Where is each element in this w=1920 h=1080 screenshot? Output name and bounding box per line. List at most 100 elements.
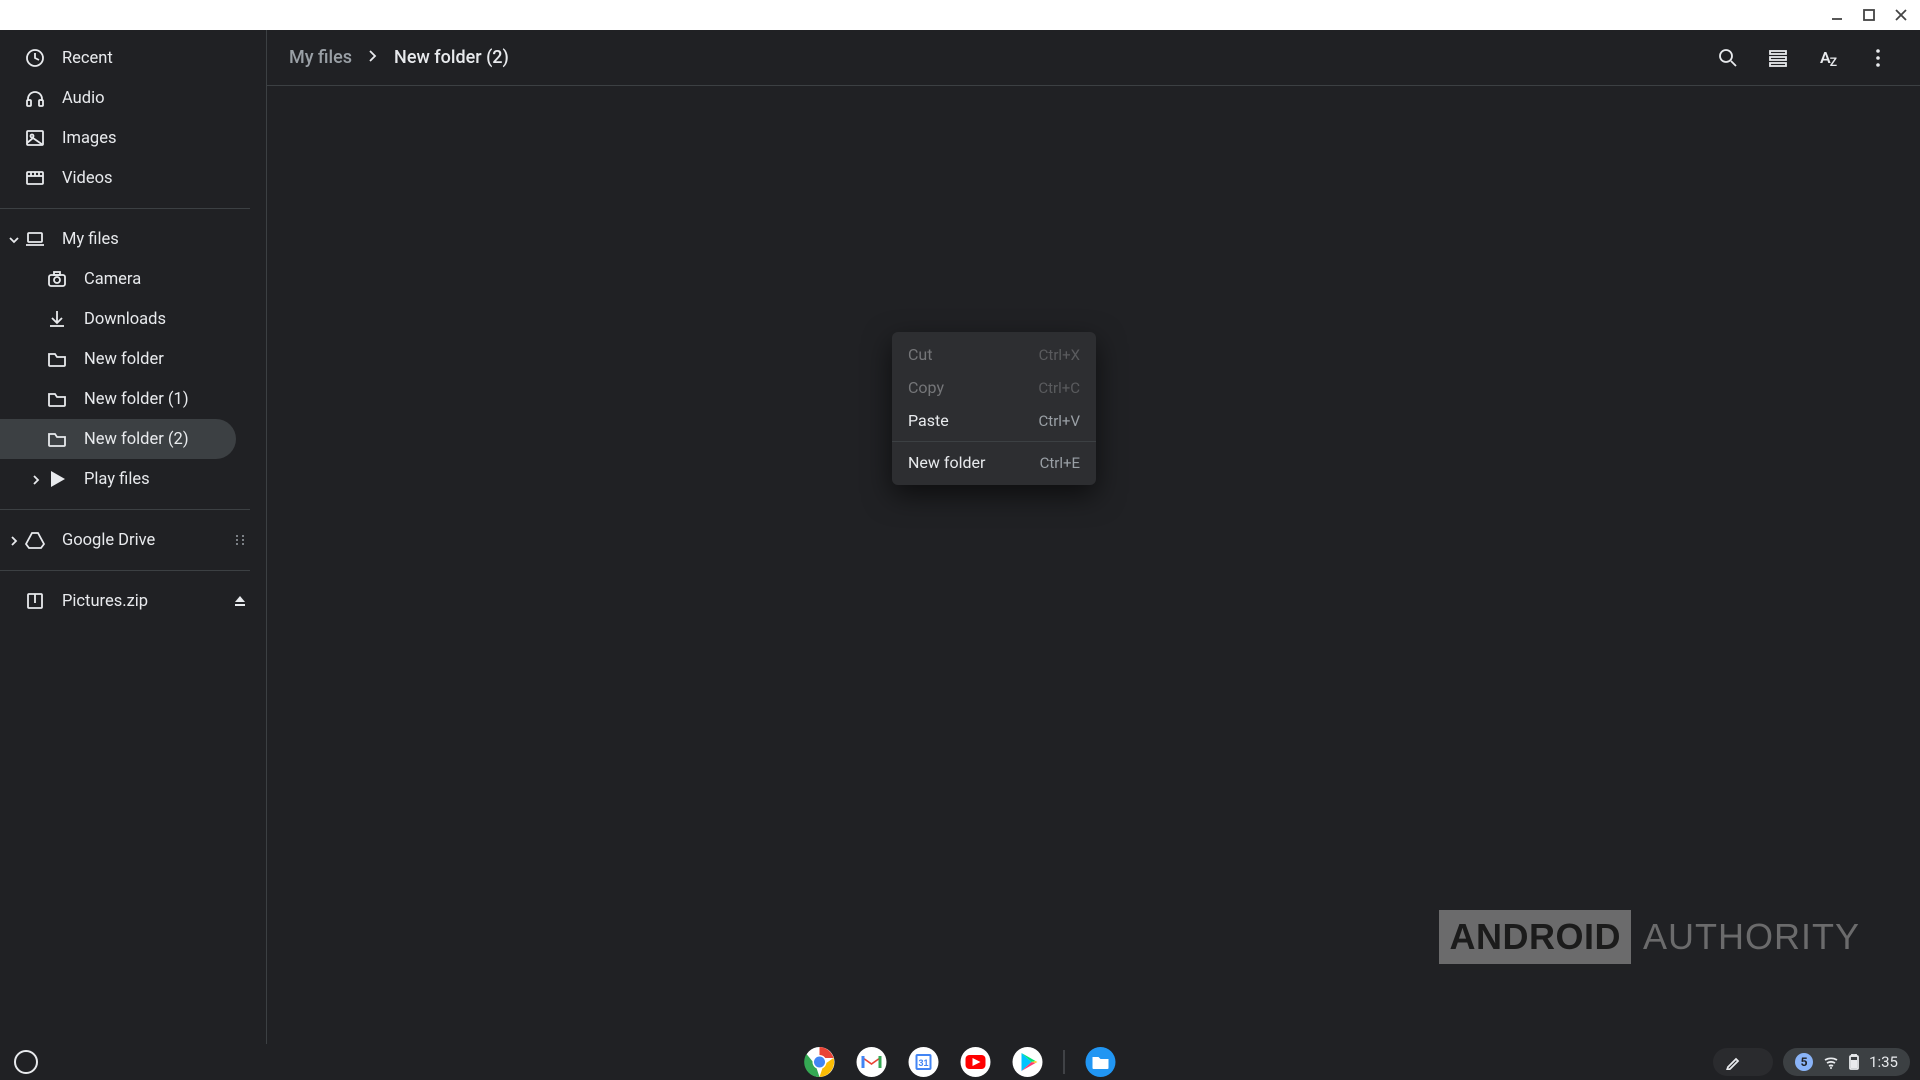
files-icon <box>1085 1046 1117 1078</box>
launcher-button[interactable] <box>14 1050 38 1074</box>
download-icon <box>46 308 68 330</box>
ctx-separator <box>892 441 1096 442</box>
ctx-shortcut: Ctrl+E <box>1040 454 1080 472</box>
shelf-app-youtube[interactable] <box>960 1046 992 1078</box>
ctx-shortcut: Ctrl+X <box>1039 346 1080 364</box>
sort-button[interactable]: AZ <box>1808 38 1848 78</box>
ctx-shortcut: Ctrl+V <box>1039 412 1080 430</box>
chevron-right-icon <box>30 472 44 486</box>
sidebar-item-audio[interactable]: Audio <box>0 78 266 118</box>
view-toggle-button[interactable] <box>1758 38 1798 78</box>
maximize-button[interactable] <box>1860 6 1878 24</box>
shelf-app-gmail[interactable] <box>856 1046 888 1078</box>
folder-icon <box>46 348 68 370</box>
search-button[interactable] <box>1708 38 1748 78</box>
chevron-right-icon <box>8 533 22 547</box>
breadcrumb: My files New folder (2) <box>289 47 509 68</box>
sidebar-item-images[interactable]: Images <box>0 118 266 158</box>
sidebar-divider <box>0 570 250 571</box>
sidebar-item-googledrive[interactable]: Google Drive <box>0 520 266 560</box>
headphones-icon <box>24 87 46 109</box>
sidebar-divider <box>0 208 250 209</box>
calendar-icon: 31 <box>908 1046 940 1078</box>
wifi-icon <box>1823 1054 1839 1070</box>
sidebar-item-label: New folder (2) <box>84 430 189 449</box>
sidebar: Recent Audio Images Videos My files <box>0 30 266 1044</box>
ctx-cut: Cut Ctrl+X <box>892 338 1096 371</box>
more-options-button[interactable] <box>1858 38 1898 78</box>
sidebar-item-newfolder[interactable]: New folder <box>0 339 266 379</box>
minimize-icon <box>1830 8 1844 22</box>
laptop-icon <box>24 228 46 250</box>
clock-icon <box>24 47 46 69</box>
breadcrumb-myfiles[interactable]: My files <box>289 47 352 68</box>
list-view-icon <box>1767 47 1789 69</box>
file-list-area[interactable]: Cut Ctrl+X Copy Ctrl+C Paste Ctrl+V New … <box>267 86 1920 1044</box>
sidebar-item-downloads[interactable]: Downloads <box>0 299 266 339</box>
ctx-copy: Copy Ctrl+C <box>892 371 1096 404</box>
shelf-apps: 31 <box>804 1046 1117 1078</box>
system-tray: 5 1:35 <box>1713 1048 1910 1076</box>
sidebar-item-label: Videos <box>62 169 113 188</box>
sidebar-item-archive[interactable]: Pictures.zip <box>0 581 266 621</box>
sidebar-item-recent[interactable]: Recent <box>0 38 266 78</box>
minimize-button[interactable] <box>1828 6 1846 24</box>
notification-badge: 5 <box>1795 1053 1813 1071</box>
shelf-app-chrome[interactable] <box>804 1046 836 1078</box>
ctx-label: Cut <box>908 345 932 364</box>
battery-icon <box>1849 1054 1859 1070</box>
sidebar-item-label: Audio <box>62 89 105 108</box>
sidebar-item-playfiles[interactable]: Play files <box>0 459 266 499</box>
sidebar-item-myfiles[interactable]: My files <box>0 219 266 259</box>
main-panel: My files New folder (2) AZ <box>266 30 1920 1044</box>
gmail-icon <box>856 1046 888 1078</box>
sidebar-item-camera[interactable]: Camera <box>0 259 266 299</box>
svg-text:31: 31 <box>918 1058 928 1068</box>
watermark: ANDROID AUTHORITY <box>1439 910 1860 964</box>
status-tray[interactable]: 5 1:35 <box>1783 1048 1910 1076</box>
watermark-part1: ANDROID <box>1439 910 1631 964</box>
tray-pen-toggle[interactable] <box>1713 1048 1773 1076</box>
shelf-app-play[interactable] <box>1012 1046 1044 1078</box>
sidebar-item-newfolder2[interactable]: New folder (2) <box>0 419 236 459</box>
shelf-divider <box>1064 1050 1065 1074</box>
shelf-app-files[interactable] <box>1085 1046 1117 1078</box>
ctx-paste[interactable]: Paste Ctrl+V <box>892 404 1096 437</box>
context-menu: Cut Ctrl+X Copy Ctrl+C Paste Ctrl+V New … <box>892 332 1096 485</box>
ctx-label: New folder <box>908 453 985 472</box>
sidebar-item-label: Downloads <box>84 310 166 329</box>
camera-icon <box>46 268 68 290</box>
folder-icon <box>46 388 68 410</box>
breadcrumb-current[interactable]: New folder (2) <box>394 47 509 68</box>
ctx-shortcut: Ctrl+C <box>1038 379 1080 397</box>
chrome-icon <box>804 1046 836 1078</box>
sidebar-item-newfolder1[interactable]: New folder (1) <box>0 379 266 419</box>
sidebar-item-label: New folder (1) <box>84 390 189 409</box>
search-icon <box>1717 47 1739 69</box>
close-icon <box>1894 8 1908 22</box>
sidebar-item-videos[interactable]: Videos <box>0 158 266 198</box>
toolbar: My files New folder (2) AZ <box>267 30 1920 86</box>
pen-icon <box>1725 1054 1741 1070</box>
clock: 1:35 <box>1869 1053 1898 1071</box>
ctx-new-folder[interactable]: New folder Ctrl+E <box>892 446 1096 479</box>
sidebar-item-label: New folder <box>84 350 164 369</box>
ctx-label: Paste <box>908 411 949 430</box>
play-icon <box>46 468 68 490</box>
folder-icon <box>46 428 68 450</box>
ctx-label: Copy <box>908 378 944 397</box>
drive-icon <box>24 529 46 551</box>
sidebar-item-label: Pictures.zip <box>62 592 148 611</box>
drag-handle-icon[interactable] <box>230 530 250 550</box>
sidebar-item-label: Play files <box>84 470 150 489</box>
sidebar-divider <box>0 509 250 510</box>
sidebar-item-label: Recent <box>62 49 113 68</box>
shelf-app-calendar[interactable]: 31 <box>908 1046 940 1078</box>
image-icon <box>24 127 46 149</box>
close-button[interactable] <box>1892 6 1910 24</box>
archive-icon <box>24 590 46 612</box>
watermark-part2: AUTHORITY <box>1643 916 1860 958</box>
window-titlebar <box>0 0 1920 30</box>
sidebar-item-label: Images <box>62 129 116 148</box>
eject-icon[interactable] <box>230 591 250 611</box>
